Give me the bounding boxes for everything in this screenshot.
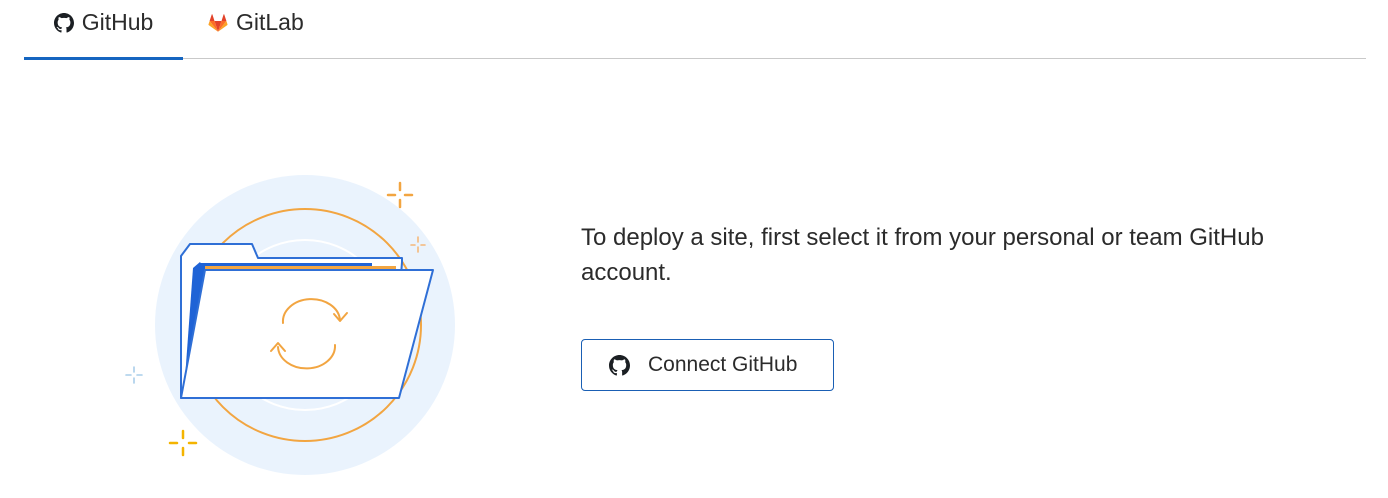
tab-github-label: GitHub <box>81 9 154 35</box>
deploy-instructions: To deploy a site, first select it from y… <box>581 224 1264 286</box>
connect-panel: To deploy a site, first select it from y… <box>581 220 1301 391</box>
tab-github[interactable]: GitHub <box>24 0 183 60</box>
source-tabs: GitHub GitLab <box>24 0 1366 60</box>
tab-gitlab[interactable]: GitLab <box>208 0 338 59</box>
connect-github-button[interactable]: Connect GitHub <box>581 339 834 391</box>
github-icon <box>53 12 74 33</box>
connect-github-label: Connect GitHub <box>648 353 798 376</box>
github-icon <box>609 354 630 375</box>
folder-sync-illustration <box>125 175 455 475</box>
gitlab-icon <box>208 13 228 32</box>
tab-gitlab-label: GitLab <box>236 9 304 35</box>
